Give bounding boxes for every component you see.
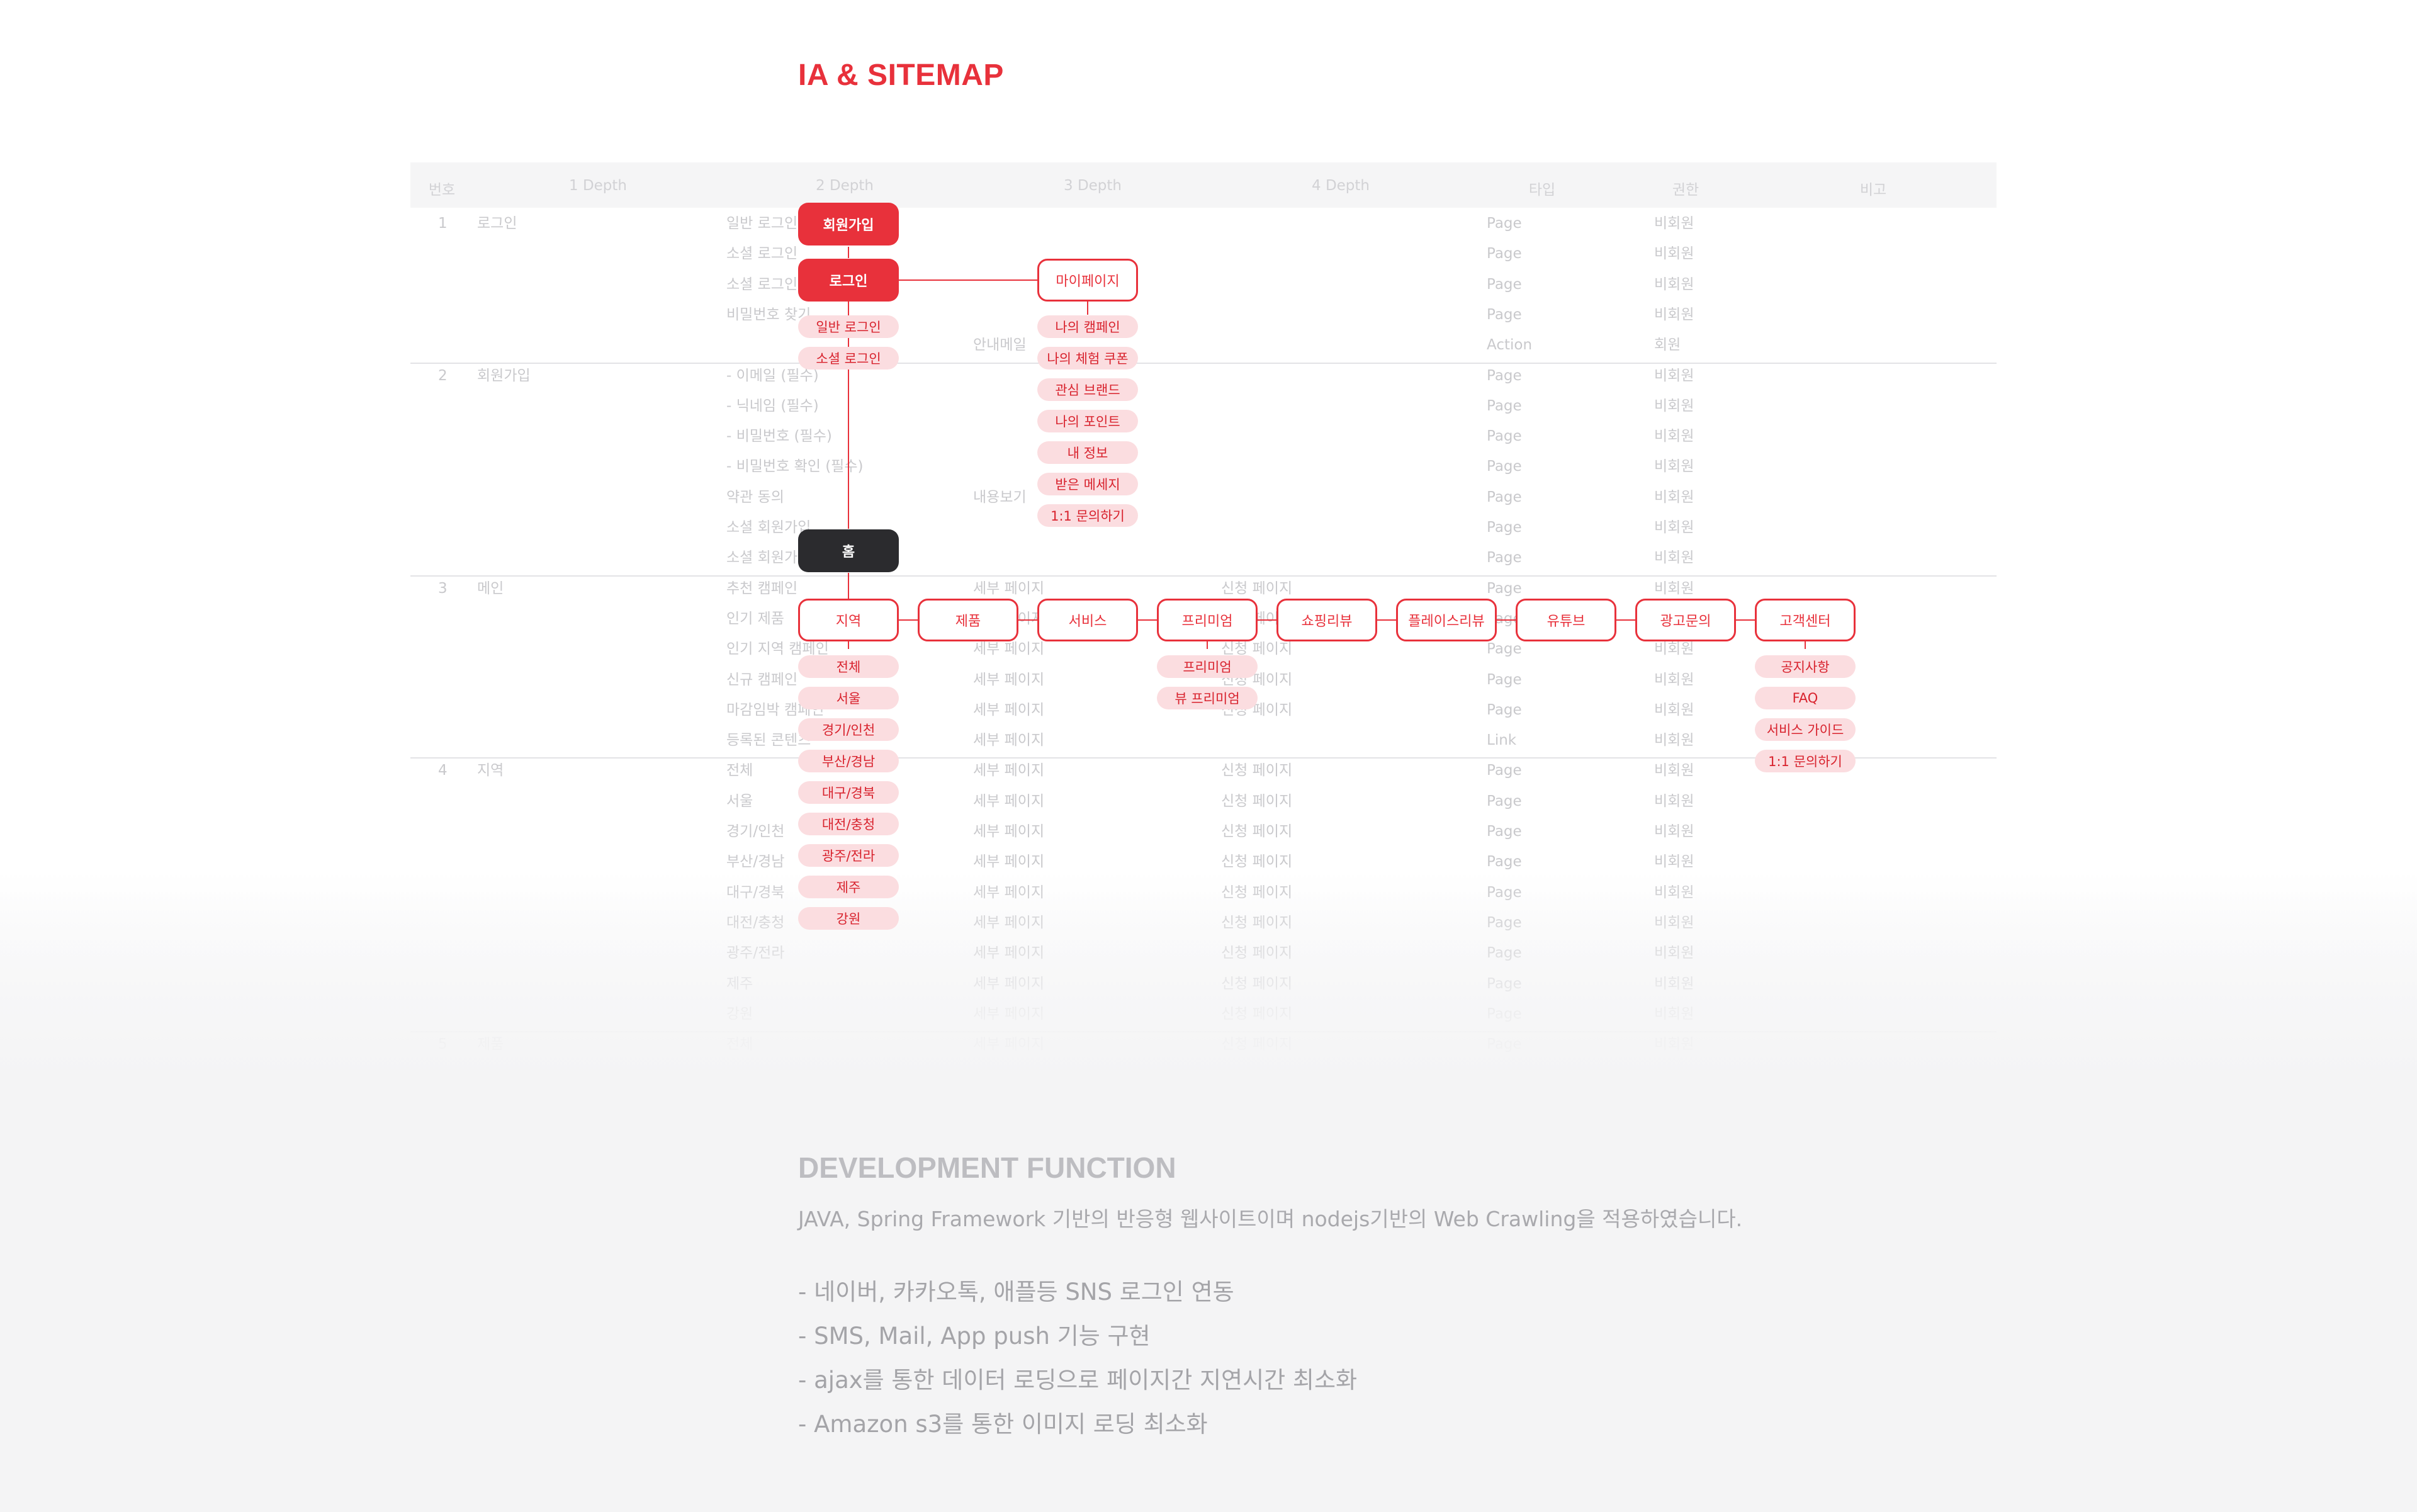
dev-function-item: - Amazon s3를 통한 이미지 로딩 최소화: [798, 1411, 1208, 1438]
mypage-child-pill: 관심 브랜드: [1037, 378, 1138, 401]
dev-function-list: - 네이버, 카카오톡, 애플등 SNS 로그인 연동 - SMS, Mail, …: [798, 1270, 1357, 1447]
region-child-pill: 대전/충청: [798, 813, 899, 835]
region-child-pill: 전체: [798, 655, 899, 678]
premium-child-pill: 뷰 프리미엄: [1157, 687, 1258, 709]
menu-node: 지역: [798, 599, 899, 641]
sitemap-diagram: 회원가입로그인일반 로그인소셜 로그인 마이페이지나의 캠페인나의 체험 쿠폰관심…: [0, 0, 2417, 1007]
support-child-pill: 공지사항: [1755, 655, 1856, 678]
region-child-pill: 부산/경남: [798, 750, 899, 772]
mypage-child-pill: 나의 체험 쿠폰: [1037, 347, 1138, 370]
mypage-child-pill: 나의 캠페인: [1037, 315, 1138, 338]
region-child-pill: 강원: [798, 907, 899, 930]
region-child-pill: 광주/전라: [798, 844, 899, 867]
menu-node: 제품: [918, 599, 1018, 641]
menu-node: 고객센터: [1755, 599, 1856, 641]
login-child-pill: 일반 로그인: [798, 315, 899, 338]
menu-node: 플레이스리뷰: [1396, 599, 1497, 641]
premium-child-pill: 프리미엄: [1157, 655, 1258, 678]
mypage-child-pill: 받은 메세지: [1037, 473, 1138, 495]
region-child-pill: 서울: [798, 687, 899, 709]
support-child-pill: FAQ: [1755, 687, 1856, 709]
menu-node: 유튜브: [1516, 599, 1616, 641]
mypage-node: 마이페이지: [1037, 259, 1138, 302]
region-child-pill: 제주: [798, 876, 899, 898]
sitemap-connectors: [848, 247, 1806, 649]
support-child-pill: 서비스 가이드: [1755, 718, 1856, 741]
menu-node: 서비스: [1037, 599, 1138, 641]
menu-node: 광고문의: [1635, 599, 1736, 641]
login-child-pill: 소셜 로그인: [798, 347, 899, 370]
dev-function-item: - 네이버, 카카오톡, 애플등 SNS 로그인 연동: [798, 1278, 1234, 1306]
dev-function-item: - ajax를 통한 데이터 로딩으로 페이지간 지연시간 최소화: [798, 1367, 1358, 1394]
region-child-pill: 대구/경북: [798, 781, 899, 804]
signup-node: 회원가입: [798, 203, 899, 245]
support-child-pill: 1:1 문의하기: [1755, 750, 1856, 772]
menu-node: 쇼핑리뷰: [1276, 599, 1377, 641]
login-node: 로그인: [798, 259, 899, 302]
mypage-child-pill: 나의 포인트: [1037, 410, 1138, 432]
home-node: 홈: [798, 529, 899, 572]
dev-function-description: JAVA, Spring Framework 기반의 반응형 웹사이트이며 no…: [798, 1207, 1743, 1231]
mypage-child-pill: 1:1 문의하기: [1037, 504, 1138, 527]
region-child-pill: 경기/인천: [798, 718, 899, 741]
dev-function-item: - SMS, Mail, App push 기능 구현: [798, 1323, 1151, 1350]
menu-node: 프리미엄: [1157, 599, 1258, 641]
dev-function-title: DEVELOPMENT FUNCTION: [798, 1151, 1176, 1184]
mypage-child-pill: 내 정보: [1037, 441, 1138, 464]
